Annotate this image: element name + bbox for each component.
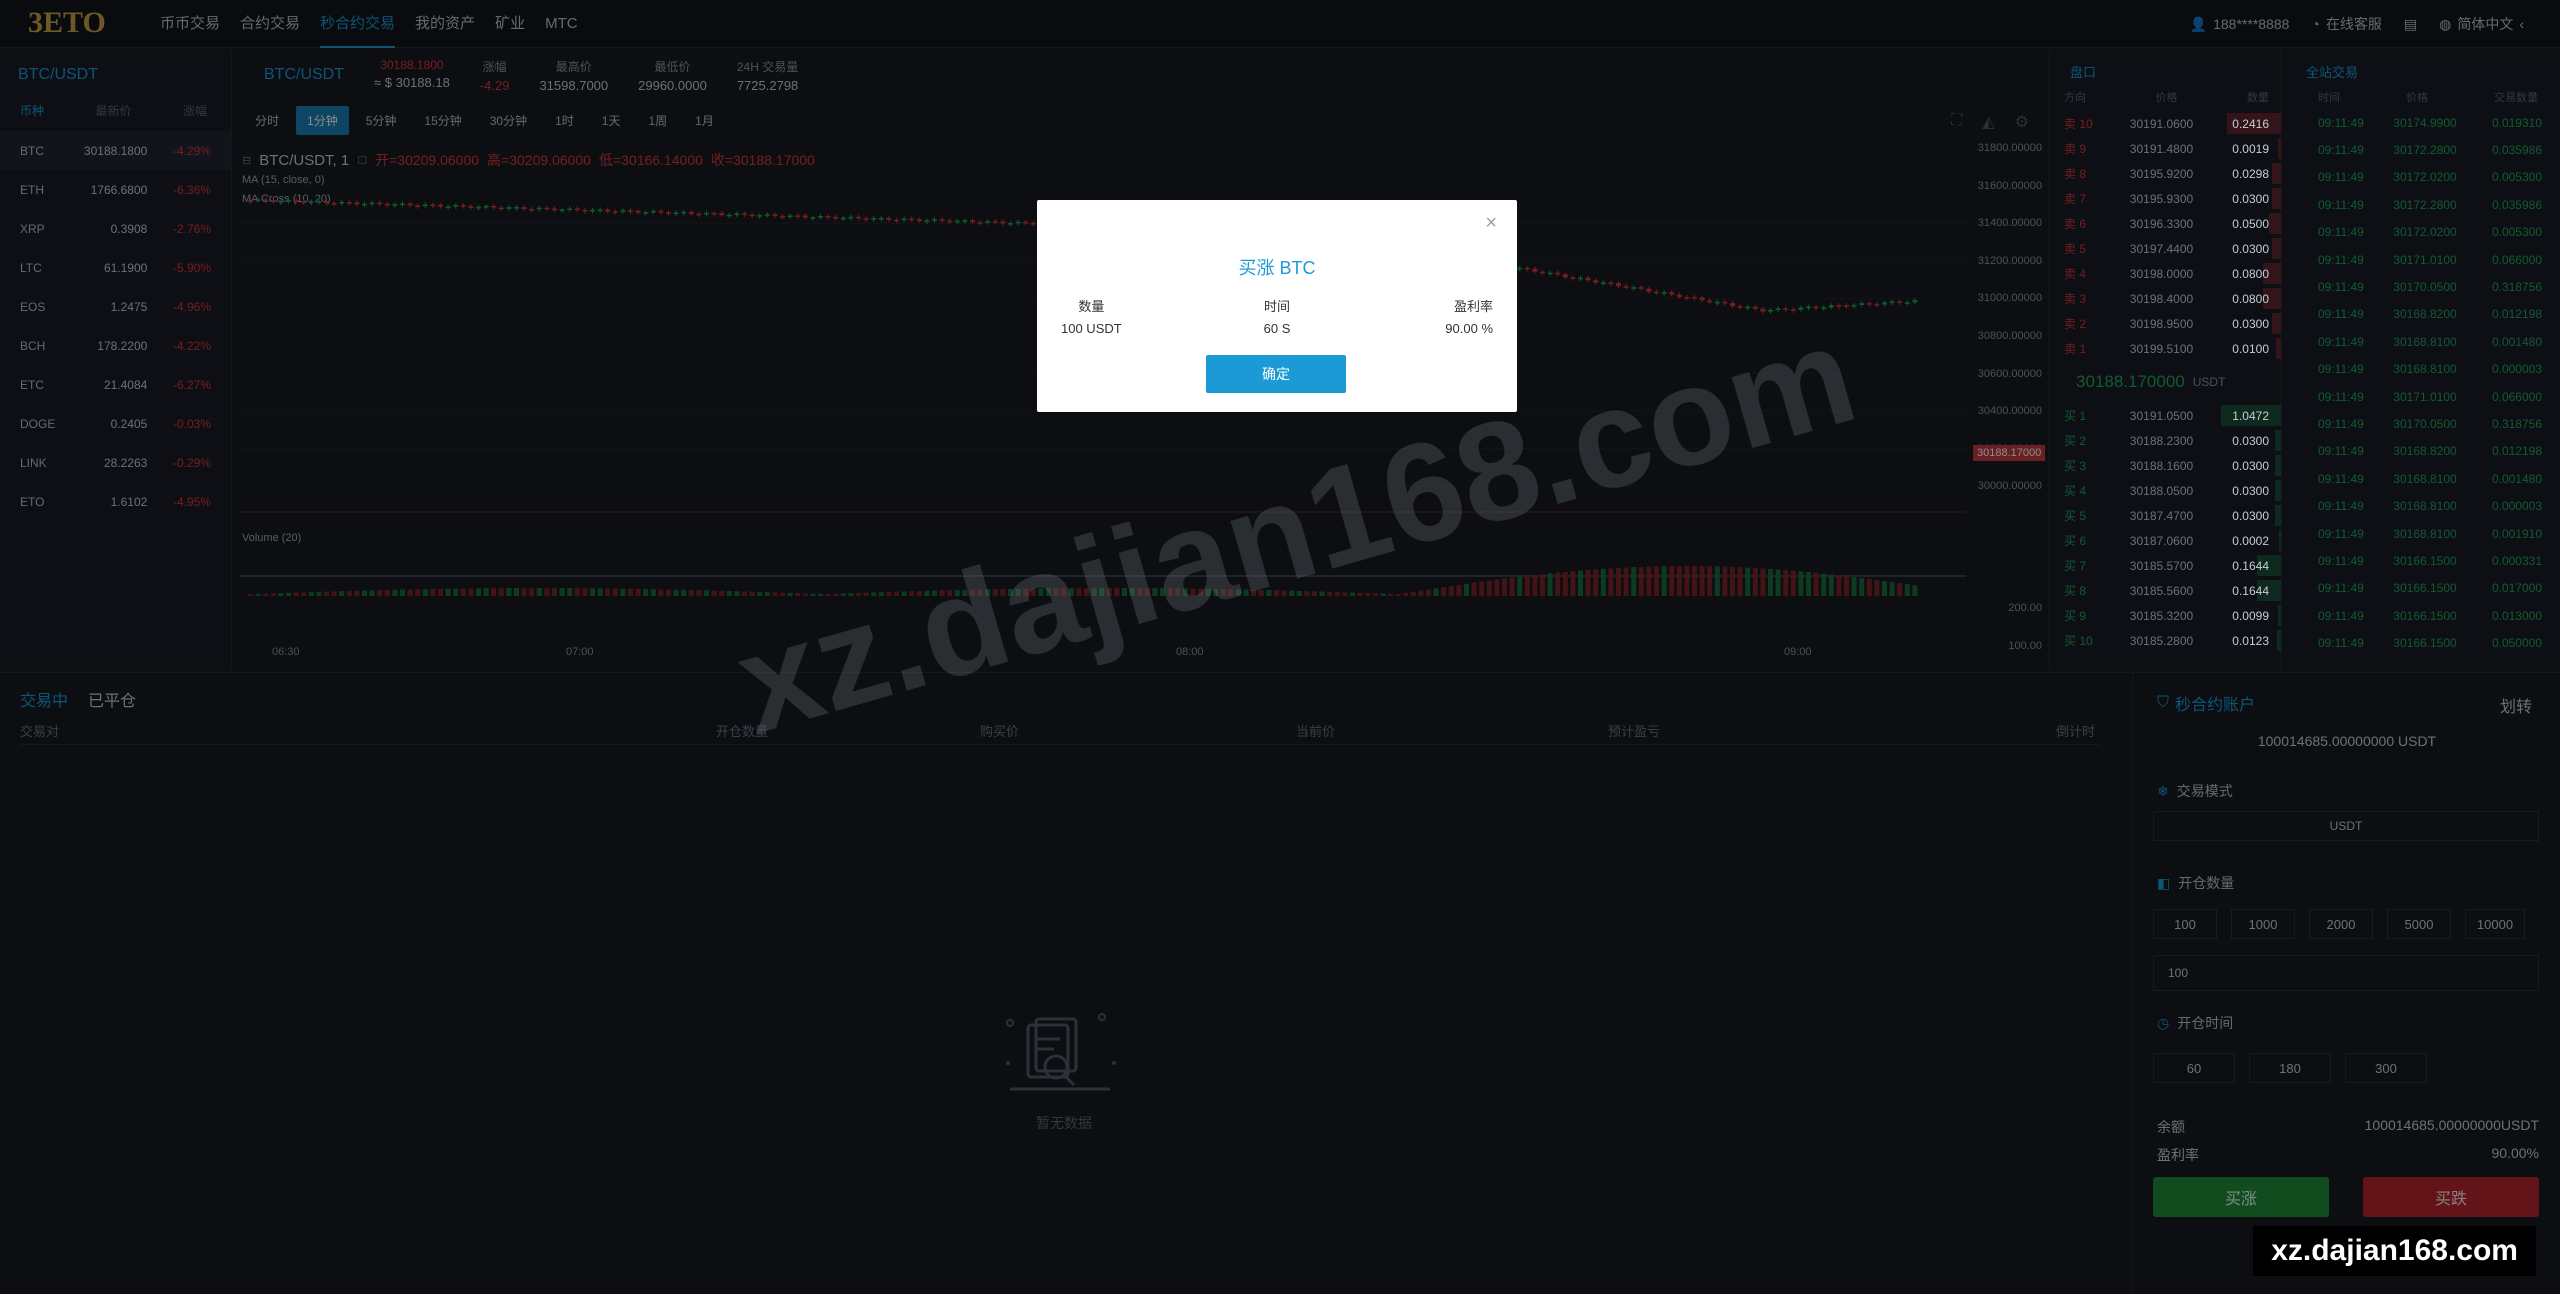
modal-rate-label: 盈利率 <box>1453 299 1493 314</box>
confirm-button[interactable]: 确定 <box>1206 355 1346 393</box>
modal-rate: 盈利率 90.00 % <box>1445 296 1493 336</box>
confirm-modal: × 买涨 BTC 数量 100 USDT 时间 60 S 盈利率 90.00 %… <box>1037 200 1517 412</box>
ask-qty: 0.0800 <box>2232 291 2269 306</box>
ask-qty: 0.0300 <box>2232 241 2269 256</box>
bid-qty: 0.0300 <box>2232 433 2269 448</box>
ask-qty: 0.0100 <box>2232 341 2269 356</box>
bid-qty: 0.0300 <box>2232 458 2269 473</box>
watermark-badge: xz.dajian168.com <box>2253 1226 2536 1276</box>
bid-qty: 0.0123 <box>2232 633 2269 648</box>
bid-qty: 1.0472 <box>2232 408 2269 423</box>
ask-qty: 0.0300 <box>2232 191 2269 206</box>
modal-rate-value: 90.00 % <box>1445 321 1493 336</box>
ask-qty: 0.2416 <box>2232 116 2269 131</box>
modal-overlay[interactable] <box>0 0 2560 1294</box>
ask-qty: 0.0500 <box>2232 216 2269 231</box>
ask-qty: 0.0800 <box>2232 266 2269 281</box>
ask-qty: 0.0019 <box>2232 141 2269 156</box>
bid-qty: 0.0300 <box>2232 483 2269 498</box>
bid-qty: 0.0002 <box>2232 533 2269 548</box>
bid-qty: 0.0099 <box>2232 608 2269 623</box>
bid-qty: 0.0300 <box>2232 508 2269 523</box>
modal-time-value: 60 S <box>1263 321 1291 336</box>
close-icon[interactable]: × <box>1485 212 1497 235</box>
modal-title: 买涨 BTC <box>1238 258 1316 278</box>
modal-time-label: 时间 <box>1263 299 1290 314</box>
ask-qty: 0.0298 <box>2232 166 2269 181</box>
bid-qty: 0.1644 <box>2232 583 2269 598</box>
ask-qty: 0.0300 <box>2232 316 2269 331</box>
bid-qty: 0.1644 <box>2232 558 2269 573</box>
